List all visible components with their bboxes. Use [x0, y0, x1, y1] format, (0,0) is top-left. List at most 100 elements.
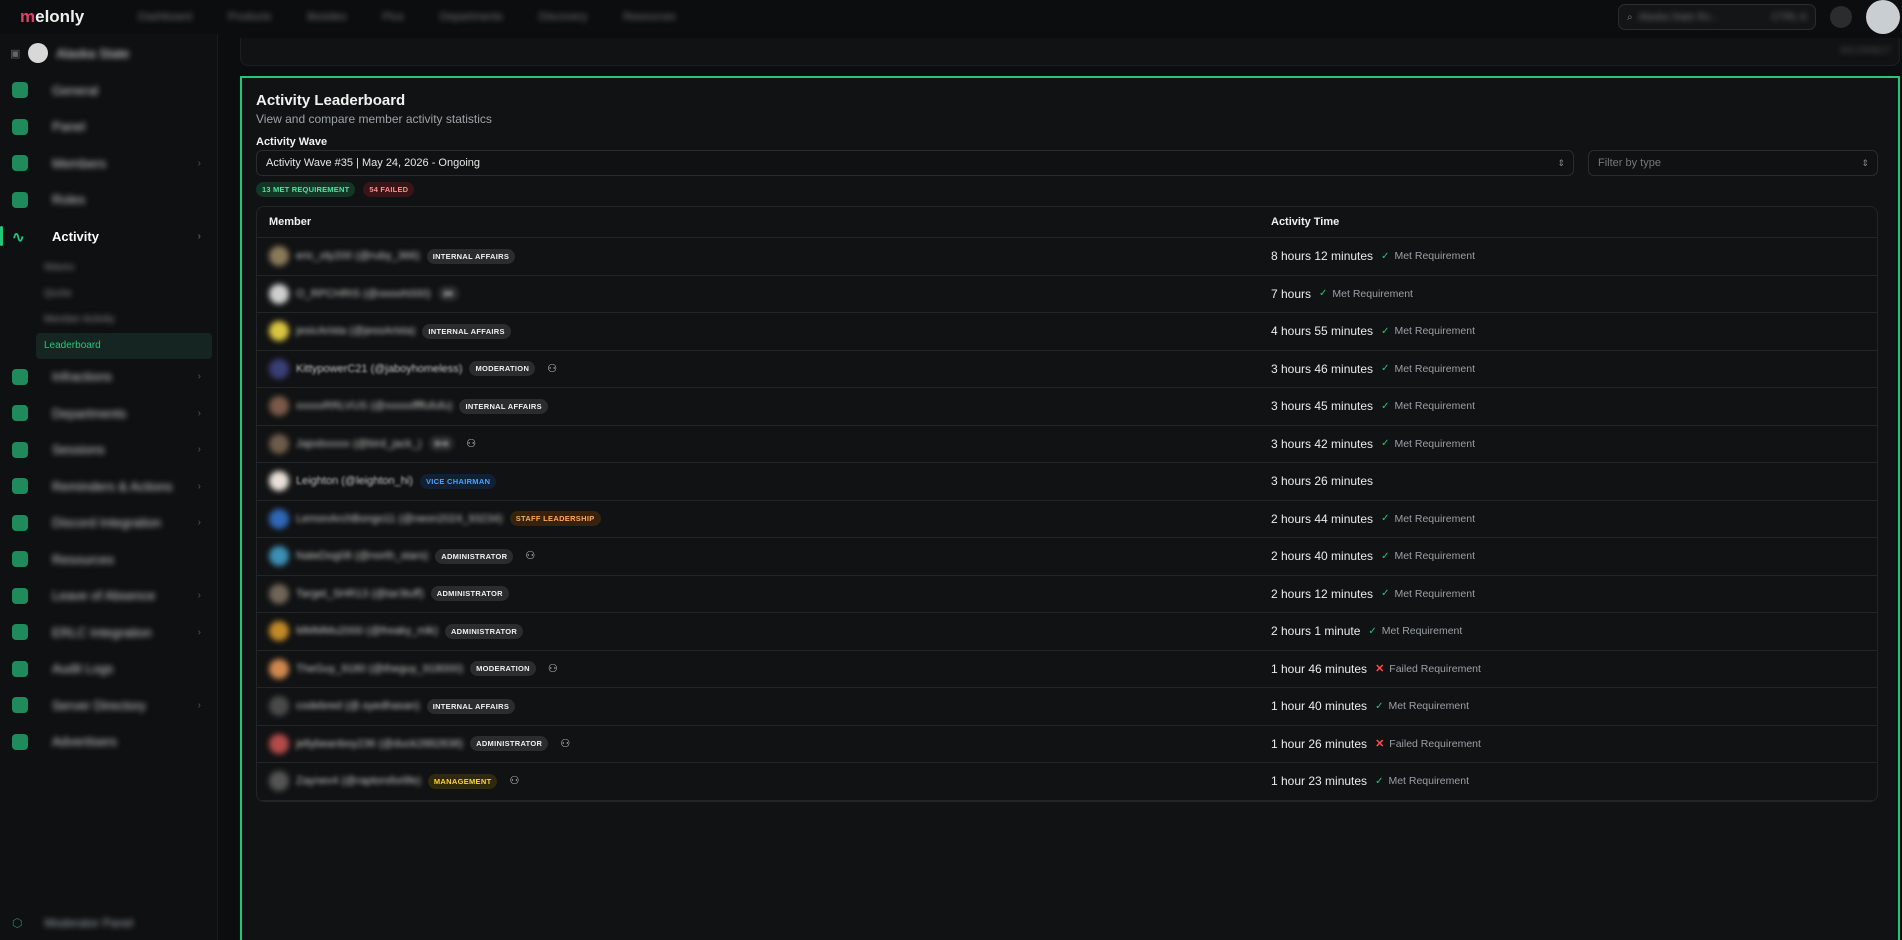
top-nav-item[interactable]: Dashboard: [138, 11, 192, 23]
activity-time: 4 hours 55 minutes: [1271, 324, 1374, 339]
sidebar-item-erlc-integration[interactable]: ERLC Integration ›: [0, 614, 217, 651]
collapse-icon[interactable]: ▣: [10, 47, 20, 60]
shield-icon: ⬡: [12, 916, 23, 930]
activity-time: 7 hours: [1271, 286, 1312, 301]
sidebar-item-reminders-actions[interactable]: Reminders & Actions ›: [0, 468, 217, 505]
chevron-icon: ›: [197, 480, 201, 492]
member-name: MMMMu2000 (@freaky_mlk): [296, 625, 438, 638]
avatar: [269, 733, 289, 754]
table-row[interactable]: jesicArista (@jessArista) INTERNAL AFFAIR…: [257, 313, 1877, 351]
table-body: eric_oly200 (@ruby_366) INTERNAL AFFAIRS 8…: [257, 238, 1877, 801]
table-row[interactable]: NateDog08 (@north_stars) ADMINISTRATOR ⚇ 2 …: [257, 538, 1877, 576]
member-name: Leighton (@leighton_hi): [296, 475, 413, 488]
role-badge: STAFF LEADERSHIP: [509, 511, 601, 527]
check-icon: ✓: [1381, 325, 1390, 337]
role-badge: 3+4: [428, 436, 455, 452]
role-badge: ADMINISTRATOR: [435, 548, 514, 564]
requirement-status: ✓ Met Requirement: [1381, 587, 1475, 600]
brand-logo[interactable]: melonly: [20, 7, 110, 27]
table-row[interactable]: eric_oly200 (@ruby_366) INTERNAL AFFAIRS 8…: [257, 238, 1877, 276]
sidebar-subitem-member-activity[interactable]: Member Activity: [0, 307, 209, 333]
member-cell: jesicArista (@jessArista) INTERNAL AFFAIR…: [257, 321, 1271, 342]
sidebar-subitem-leaderboard[interactable]: Leaderboard: [36, 332, 212, 359]
sidebar-item-activity[interactable]: ∿ Activity ›: [0, 218, 217, 255]
member-name: NateDog08 (@north_stars): [296, 550, 429, 563]
table-row[interactable]: Jajodxxxxx (@bird_jack_) 3+4 ⚇ 3 hours 42 m…: [257, 426, 1877, 463]
check-icon: ✓: [1381, 400, 1390, 412]
role-badge: ADMINISTRATOR: [430, 586, 509, 602]
sidebar-icon: [12, 368, 28, 385]
sidebar-item-server-directory[interactable]: Server Directory ›: [0, 687, 217, 724]
table-row[interactable]: Leighton (@leighton_hi) VICE CHAIRMAN 3 ho…: [257, 463, 1877, 501]
activity-cell: 8 hours 12 minutes ✓ Met Requirement: [1271, 249, 1475, 263]
table-row[interactable]: LemonArchBongo11 (@neon2024_93234) STAFF …: [257, 501, 1877, 538]
sidebar-item-panel[interactable]: Panel: [0, 109, 217, 146]
x-icon: ✕: [1375, 663, 1385, 676]
avatar: [269, 246, 289, 267]
chevron-icon: ›: [197, 444, 201, 456]
sidebar-item-resources[interactable]: Resources: [0, 541, 217, 578]
table-row[interactable]: MMMMu2000 (@freaky_mlk) ADMINISTRATOR 2 ho…: [257, 613, 1877, 651]
activity-time: 8 hours 12 minutes: [1271, 249, 1374, 264]
met-requirement-badge: 13 MET REQUIREMENT: [256, 182, 356, 197]
check-icon: ✓: [1319, 288, 1328, 300]
activity-cell: 1 hour 26 minutes ✕ Failed Requirement: [1271, 737, 1481, 751]
member-cell: MMMMu2000 (@freaky_mlk) ADMINISTRATOR: [257, 621, 1271, 642]
sidebar-item-discord-integration[interactable]: Discord Integration ›: [0, 505, 217, 542]
member-cell: xxxxxRRLVUS (@xxxxxffffufufu) INTERNAL AF…: [257, 396, 1271, 417]
sidebar-item-members[interactable]: Members ›: [0, 145, 217, 182]
table-row[interactable]: Zaynev4 (@raptorsforlife) MANAGEMENT ⚇ 1 ho…: [257, 763, 1877, 801]
requirement-status: ✓ Met Requirement: [1375, 700, 1469, 713]
sidebar-item-departments[interactable]: Departments ›: [0, 395, 217, 432]
avatar: [269, 283, 289, 304]
role-badge: MODERATION: [470, 661, 536, 677]
sidebar-item-audit-logs[interactable]: Audit Logs: [0, 651, 217, 688]
x-icon: ✕: [1375, 738, 1385, 751]
table-row[interactable]: jellybeanboy236 (@duck2882838) ADMINISTRA…: [257, 726, 1877, 763]
member-cell: Leighton (@leighton_hi) VICE CHAIRMAN: [257, 471, 1271, 492]
sidebar-subitem-quota[interactable]: Quota: [0, 281, 209, 307]
top-nav-item[interactable]: Besides: [307, 11, 346, 23]
sidebar-item-roles[interactable]: Roles: [0, 182, 217, 219]
member-cell: TheGuy_9180 (@theguy_918000) MODERATION ⚇: [257, 658, 1271, 679]
sidebar-subitem-waves[interactable]: Waves: [0, 255, 209, 281]
wave-select[interactable]: Activity Wave #35 | May 24, 2026 - Ongoi…: [256, 150, 1574, 176]
filter-type-select[interactable]: Filter by type ⇕: [1588, 150, 1878, 176]
requirement-status: ✕ Failed Requirement: [1375, 662, 1481, 676]
activity-time: 1 hour 26 minutes: [1271, 736, 1368, 751]
server-switcher[interactable]: ▣ Alaska State: [0, 34, 217, 72]
server-search[interactable]: ⌕ Alaska State Ro... CTRL K: [1618, 4, 1816, 30]
member-cell: KittypowerC21 (@jaboyhomeless) MODERATION…: [257, 358, 1271, 379]
failed-badge: 54 FAILED: [363, 182, 415, 197]
sidebar-icon: [12, 405, 28, 422]
sidebar-menu: General Panel Members › Roles ∿ Activity › Waves…: [0, 72, 217, 760]
notification-icon[interactable]: [1830, 6, 1852, 28]
top-nav-item[interactable]: Resources: [623, 11, 676, 23]
table-row[interactable]: O_RPCHRIS (@ooooh000) 24 7 hours ✓ Met Requi…: [257, 276, 1877, 313]
table-row[interactable]: Target_SHR13 (@tar3tuff) ADMINISTRATOR 2 h…: [257, 576, 1877, 613]
table-row[interactable]: xxxxxRRLVUS (@xxxxxffffufufu) INTERNAL AF…: [257, 388, 1877, 426]
top-nav-item[interactable]: Plus: [382, 11, 403, 23]
person-icon: ⚇: [525, 550, 536, 563]
user-avatar[interactable]: [1866, 0, 1900, 34]
search-icon: ⌕: [1627, 11, 1633, 23]
sidebar-item-general[interactable]: General: [0, 72, 217, 109]
activity-cell: 3 hours 26 minutes: [1271, 474, 1373, 488]
requirement-status: ✓ Met Requirement: [1368, 625, 1463, 638]
sidebar-item-leave-of-absence[interactable]: Leave of Absence ›: [0, 578, 217, 615]
top-nav-item[interactable]: Products: [228, 11, 271, 23]
sidebar-icon: [12, 514, 28, 531]
moderator-panel-link[interactable]: ⬡ Moderator Panel: [12, 916, 133, 930]
table-row[interactable]: TheGuy_9180 (@theguy_918000) MODERATION ⚇ 1…: [257, 651, 1877, 688]
top-nav-item[interactable]: Discovery: [539, 11, 587, 23]
table-row[interactable]: KittypowerC21 (@jaboyhomeless) MODERATION…: [257, 351, 1877, 388]
sidebar-item-advertisers[interactable]: Advertisers: [0, 724, 217, 761]
table-row[interactable]: codebred (@.syedhasan) INTERNAL AFFAIRS 1 …: [257, 688, 1877, 726]
activity-cell: 1 hour 46 minutes ✕ Failed Requirement: [1271, 662, 1481, 676]
top-nav-item[interactable]: Departments: [440, 11, 503, 23]
sidebar-item-infractions[interactable]: Infractions ›: [0, 359, 217, 396]
activity-cell: 4 hours 55 minutes ✓ Met Requirement: [1271, 324, 1475, 338]
activity-cell: 2 hours 44 minutes ✓ Met Requirement: [1271, 512, 1475, 526]
avatar: [269, 546, 289, 567]
sidebar-item-sessions[interactable]: Sessions ›: [0, 432, 217, 469]
